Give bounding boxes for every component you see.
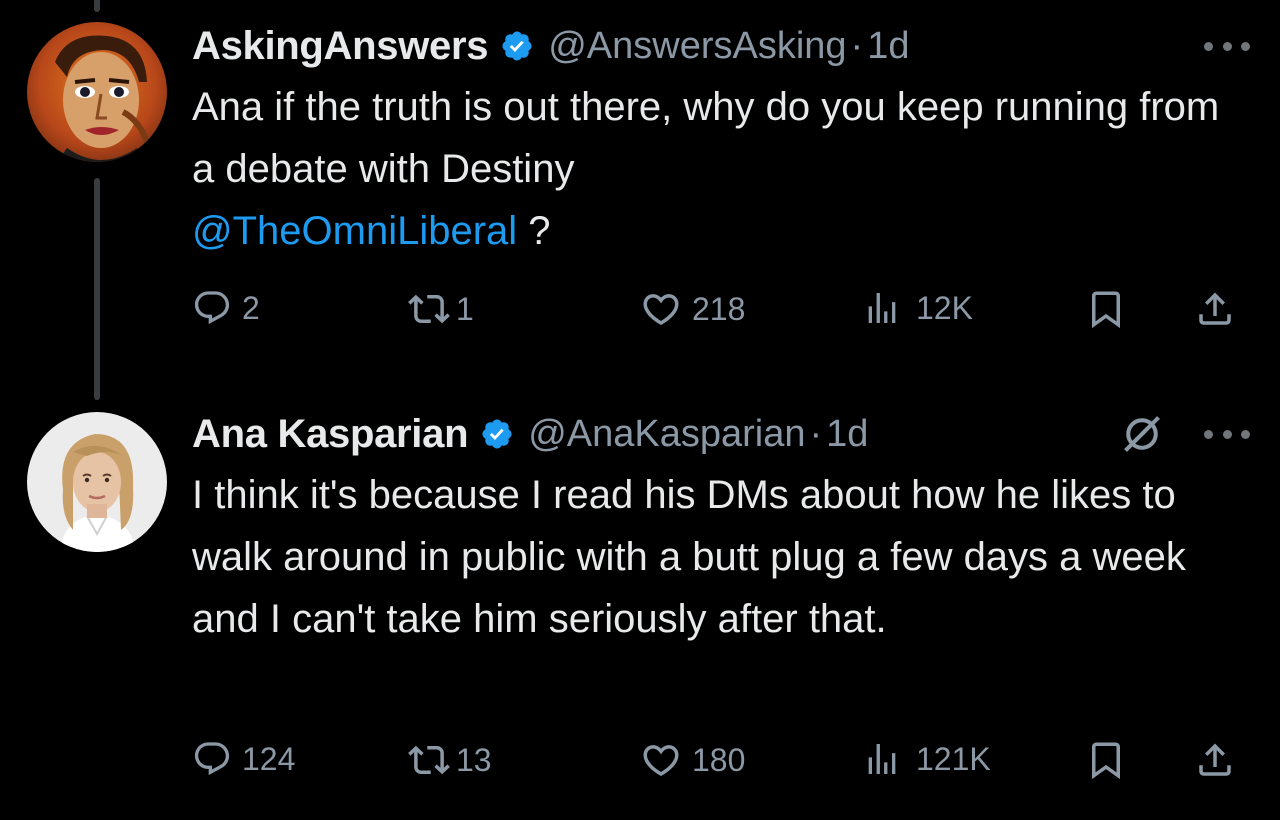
like-count: 218 bbox=[692, 290, 746, 327]
repost-button[interactable]: 1 bbox=[408, 288, 474, 330]
verified-badge-icon bbox=[502, 31, 532, 61]
views-icon bbox=[868, 293, 896, 323]
bookmark-button[interactable] bbox=[1085, 739, 1127, 781]
separator-dot: · bbox=[850, 24, 864, 67]
avatar-anakasparian[interactable] bbox=[27, 412, 167, 552]
action-bar: 124 13 180 121K bbox=[192, 739, 1250, 789]
like-button[interactable]: 218 bbox=[640, 288, 745, 330]
repost-count: 1 bbox=[456, 290, 474, 327]
display-name[interactable]: AskingAnswers bbox=[192, 24, 489, 69]
reply-count: 2 bbox=[242, 289, 260, 326]
tweet-text-tail: ? bbox=[517, 209, 551, 253]
share-icon bbox=[1199, 292, 1231, 325]
share-icon bbox=[1199, 743, 1231, 776]
tweet-text: Ana if the truth is out there, why do yo… bbox=[192, 76, 1250, 262]
handle[interactable]: @AnswersAsking bbox=[548, 25, 846, 68]
thread-line-connector bbox=[94, 178, 100, 400]
repost-icon bbox=[408, 294, 450, 324]
bookmark-icon bbox=[1092, 291, 1120, 329]
tweet-text: I think it's because I read his DMs abou… bbox=[192, 473, 1186, 641]
tweet-text-body: Ana if the truth is out there, why do yo… bbox=[192, 85, 1220, 191]
like-icon bbox=[643, 294, 679, 326]
reply-icon bbox=[194, 291, 230, 325]
verified-badge-icon bbox=[482, 419, 512, 449]
like-icon bbox=[643, 745, 679, 777]
tweet-header: Ana Kasparian @AnaKasparian · 1d bbox=[192, 406, 1250, 462]
handle[interactable]: @AnaKasparian bbox=[528, 413, 805, 456]
avatar-askinganswers[interactable] bbox=[27, 22, 167, 162]
views-button[interactable]: 12K bbox=[862, 288, 973, 328]
timestamp[interactable]: 1d bbox=[826, 413, 868, 456]
views-count: 12K bbox=[916, 289, 973, 326]
thread-line-top bbox=[94, 0, 100, 12]
bookmark-icon bbox=[1092, 742, 1120, 780]
repost-button[interactable]: 13 bbox=[408, 739, 492, 781]
display-name[interactable]: Ana Kasparian bbox=[192, 412, 469, 457]
mention-link[interactable]: @TheOmniLiberal bbox=[192, 209, 517, 253]
tweet-anakasparian[interactable]: Ana Kasparian @AnaKasparian · 1d I think… bbox=[0, 400, 1280, 820]
reply-button[interactable]: 2 bbox=[192, 288, 260, 328]
repost-count: 13 bbox=[456, 741, 492, 778]
tweet-body: Ana Kasparian @AnaKasparian · 1d I think… bbox=[192, 406, 1250, 650]
reply-button[interactable]: 124 bbox=[192, 739, 295, 779]
views-button[interactable]: 121K bbox=[862, 739, 991, 779]
reply-icon bbox=[194, 742, 230, 776]
tweet-askinganswers[interactable]: AskingAnswers @AnswersAsking · 1d Ana if… bbox=[0, 0, 1280, 400]
tweet-body: AskingAnswers @AnswersAsking · 1d Ana if… bbox=[192, 18, 1250, 262]
share-button[interactable] bbox=[1194, 288, 1236, 330]
action-bar: 2 1 218 12K bbox=[192, 288, 1250, 338]
reply-count: 124 bbox=[242, 740, 296, 777]
tweet-header: AskingAnswers @AnswersAsking · 1d bbox=[192, 18, 1250, 74]
timestamp[interactable]: 1d bbox=[867, 25, 909, 68]
grok-icon[interactable] bbox=[1120, 412, 1164, 456]
views-icon bbox=[868, 744, 896, 774]
separator-dot: · bbox=[809, 412, 823, 455]
views-count: 121K bbox=[916, 740, 991, 777]
share-button[interactable] bbox=[1194, 739, 1236, 781]
bookmark-button[interactable] bbox=[1085, 288, 1127, 330]
repost-icon bbox=[408, 745, 450, 775]
like-button[interactable]: 180 bbox=[640, 739, 745, 781]
like-count: 180 bbox=[692, 741, 746, 778]
more-icon[interactable] bbox=[1204, 31, 1250, 61]
more-icon[interactable] bbox=[1204, 419, 1250, 449]
